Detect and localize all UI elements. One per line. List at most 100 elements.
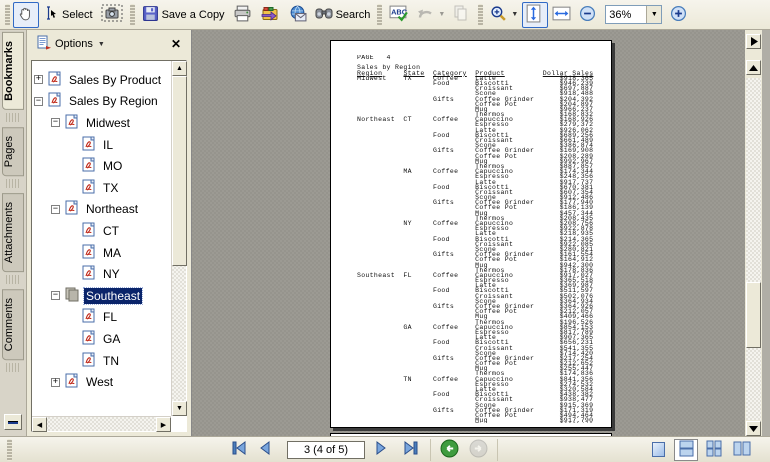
scrollbar-thumb[interactable] bbox=[172, 76, 187, 266]
bookmark-item[interactable]: IL bbox=[32, 134, 171, 156]
tab-attachments[interactable]: Attachments bbox=[2, 193, 24, 272]
spellcheck-button[interactable]: ABC bbox=[385, 2, 412, 28]
zoom-level-combo: ▼ bbox=[605, 5, 662, 24]
continuous-facing-button[interactable] bbox=[702, 439, 726, 461]
bookmark-item[interactable]: − Southeast bbox=[32, 285, 171, 307]
bookmark-label[interactable]: NY bbox=[101, 266, 122, 282]
single-page-button[interactable] bbox=[646, 439, 670, 461]
bookmark-item[interactable]: − Sales By Region bbox=[32, 91, 171, 113]
document-vscrollbar[interactable] bbox=[745, 30, 762, 436]
bookmark-label[interactable]: IL bbox=[101, 137, 115, 153]
previous-page-button[interactable] bbox=[255, 437, 281, 462]
bookmark-label[interactable]: West bbox=[84, 374, 115, 390]
bookmark-label[interactable]: Southeast bbox=[84, 288, 142, 304]
expand-icon[interactable]: + bbox=[34, 75, 43, 84]
collapse-icon[interactable]: − bbox=[34, 97, 43, 106]
pdf-page-icon bbox=[81, 330, 101, 348]
snapshot-tool-icon bbox=[101, 4, 123, 25]
collapse-icon[interactable]: − bbox=[51, 205, 60, 214]
bookmark-item[interactable]: CT bbox=[32, 220, 171, 242]
zoom-out-button[interactable] bbox=[575, 2, 601, 28]
zoom-level-dropdown[interactable]: ▼ bbox=[646, 6, 661, 23]
email-button[interactable] bbox=[284, 2, 311, 28]
scroll-left-button[interactable]: ◀ bbox=[32, 417, 47, 432]
tab-grip bbox=[6, 179, 20, 188]
bookmark-item[interactable]: TX bbox=[32, 177, 171, 199]
snapshot-tool-button[interactable] bbox=[97, 2, 127, 28]
bookmark-item[interactable]: GA bbox=[32, 328, 171, 350]
bookmark-item[interactable]: MA bbox=[32, 242, 171, 264]
options-button[interactable]: Options ▼ bbox=[33, 33, 109, 55]
facing-button[interactable] bbox=[730, 439, 754, 461]
history-back-icon bbox=[440, 439, 459, 461]
last-page-button[interactable] bbox=[399, 437, 425, 462]
zoom-level-input[interactable] bbox=[606, 6, 646, 23]
bookmark-label[interactable]: TX bbox=[101, 180, 120, 196]
scroll-up-button[interactable] bbox=[746, 60, 761, 75]
pane-menu-button[interactable] bbox=[746, 34, 761, 49]
collapse-icon[interactable]: − bbox=[51, 118, 60, 127]
scroll-down-button[interactable] bbox=[746, 421, 761, 436]
bookmark-item[interactable]: NY bbox=[32, 263, 171, 285]
tab-grip bbox=[6, 113, 20, 122]
bookmarks-hscrollbar[interactable]: ◀ ▶ bbox=[32, 416, 171, 431]
zoom-in-icon bbox=[670, 5, 687, 25]
tab-comments[interactable]: Comments bbox=[2, 289, 24, 360]
bookmark-label[interactable]: Northeast bbox=[84, 201, 140, 217]
scroll-down-button[interactable]: ▼ bbox=[172, 401, 187, 416]
next-view-button[interactable] bbox=[465, 437, 492, 462]
bookmark-label[interactable]: MA bbox=[101, 245, 123, 261]
first-page-button[interactable] bbox=[227, 437, 253, 462]
pdf-page-icon bbox=[81, 157, 101, 175]
undo-button[interactable]: ▼ bbox=[412, 2, 449, 28]
bookmark-label[interactable]: CT bbox=[101, 223, 121, 239]
bookmark-label[interactable]: MO bbox=[101, 158, 124, 174]
print-button[interactable] bbox=[229, 2, 256, 28]
pdf-page-icon bbox=[81, 136, 101, 154]
export-button[interactable] bbox=[256, 2, 284, 28]
tab-bookmarks[interactable]: Bookmarks bbox=[2, 32, 24, 110]
collapse-panel-button[interactable] bbox=[4, 414, 22, 430]
bookmarks-vscrollbar[interactable]: ▲ ▼ bbox=[171, 61, 186, 416]
next-page-button[interactable] bbox=[371, 437, 397, 462]
save-a-copy-button[interactable]: Save a Copy bbox=[138, 2, 229, 28]
zoom-in-button[interactable] bbox=[666, 2, 692, 28]
previous-view-button[interactable] bbox=[436, 437, 463, 462]
hand-tool-button[interactable] bbox=[13, 2, 39, 28]
bookmark-item[interactable]: + Sales By Product bbox=[32, 69, 171, 91]
page-number-input[interactable] bbox=[287, 441, 365, 459]
bookmark-item[interactable]: + West bbox=[32, 371, 171, 393]
bookmark-label[interactable]: GA bbox=[101, 331, 122, 347]
fit-width-icon bbox=[552, 6, 571, 24]
expand-icon[interactable]: + bbox=[51, 378, 60, 387]
pdf-page[interactable]: PAGE 4 Sales by Region Region State Cate… bbox=[330, 40, 612, 428]
scrollbar-track[interactable] bbox=[746, 78, 761, 420]
top-toolbar: Select Save a Copy bbox=[0, 0, 770, 30]
bookmark-label[interactable]: Sales By Region bbox=[67, 93, 160, 109]
continuous-button[interactable] bbox=[674, 439, 698, 461]
page-layout-buttons bbox=[646, 439, 754, 461]
bookmark-label[interactable]: Sales By Product bbox=[67, 72, 163, 88]
zoom-tool-button[interactable]: ▼ bbox=[486, 2, 522, 28]
fit-width-button[interactable] bbox=[548, 2, 575, 28]
scroll-right-button[interactable]: ▶ bbox=[156, 417, 171, 432]
collapse-icon[interactable]: − bbox=[51, 291, 60, 300]
scroll-up-button[interactable]: ▲ bbox=[172, 61, 187, 76]
bookmark-label[interactable]: Midwest bbox=[84, 115, 132, 131]
bookmark-label[interactable]: FL bbox=[101, 309, 119, 325]
bookmark-item[interactable]: − Northeast bbox=[32, 199, 171, 221]
bookmark-label[interactable]: TN bbox=[101, 353, 121, 369]
bookmark-item[interactable]: FL bbox=[32, 307, 171, 329]
close-panel-button[interactable]: ✕ bbox=[167, 37, 185, 51]
bookmark-item[interactable]: MO bbox=[32, 155, 171, 177]
bookmark-item[interactable]: − Midwest bbox=[32, 112, 171, 134]
tab-pages[interactable]: Pages bbox=[2, 127, 24, 176]
pdf-page-icon bbox=[81, 179, 101, 197]
scrollbar-thumb[interactable] bbox=[746, 282, 761, 348]
copy-pages-button[interactable] bbox=[449, 2, 475, 28]
bookmark-item[interactable]: TN bbox=[32, 350, 171, 372]
search-button[interactable]: Search bbox=[311, 2, 375, 28]
select-tool-button[interactable]: Select bbox=[39, 2, 97, 28]
fit-page-button[interactable] bbox=[522, 2, 548, 28]
pdf-page-icon bbox=[47, 71, 67, 89]
